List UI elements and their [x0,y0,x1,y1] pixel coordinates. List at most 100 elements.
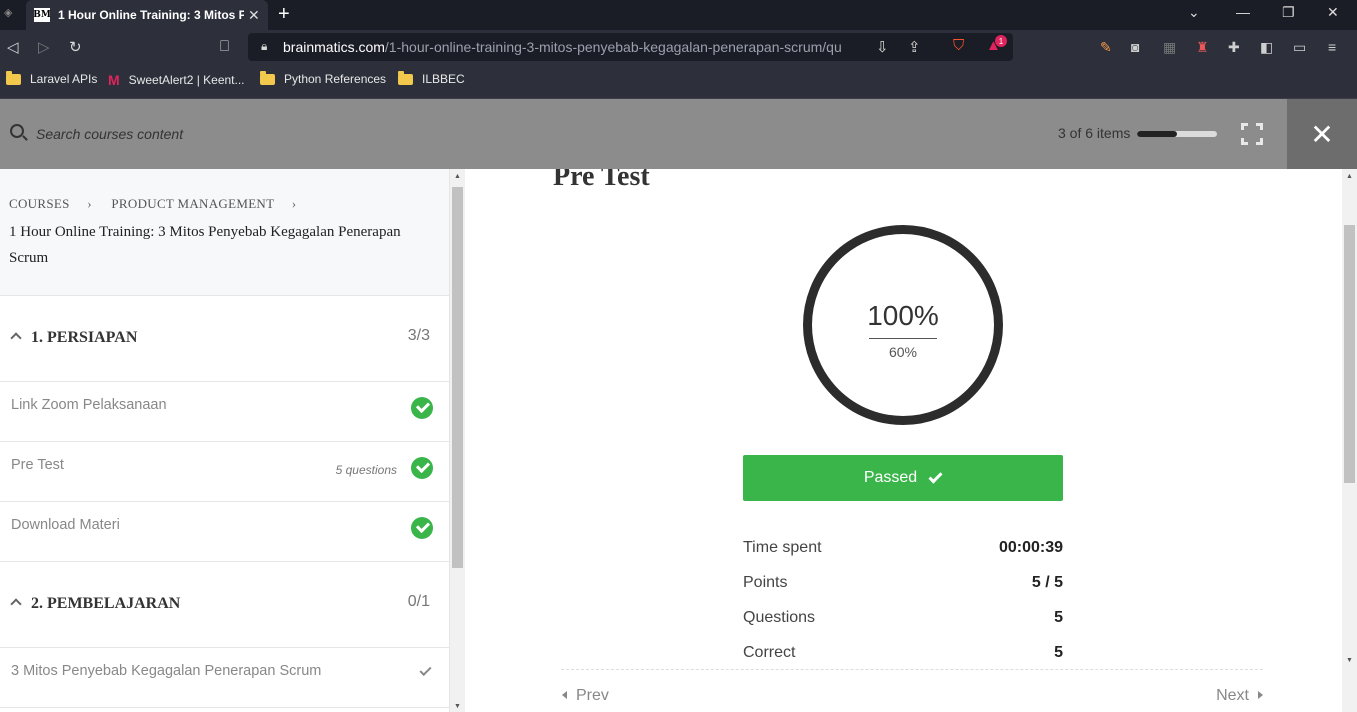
reload-icon[interactable]: ↻ [69,38,82,56]
scroll-up-arrow-icon[interactable]: ▲ [454,173,461,180]
progress-bar [1137,131,1217,137]
pen-extension-icon[interactable]: ✎ [1100,39,1112,56]
close-course-button[interactable]: ✕ [1287,99,1357,169]
lesson-item-link-zoom[interactable]: Link Zoom Pelaksanaan [0,382,449,442]
address-bar[interactable]: 🔒︎ brainmatics.com/1-hour-online-trainin… [248,33,1013,61]
close-icon: ✕ [1310,118,1334,150]
passed-status-button[interactable]: Passed [743,455,1063,501]
chevron-up-icon [10,332,22,344]
result-score-circle: 100% 60% [803,225,1003,425]
lock-icon[interactable]: 🔒︎ [261,39,267,54]
brave-shield-icon[interactable]: ⛉ [953,37,964,54]
avatar-extension-icon[interactable]: ♜ [1196,39,1209,56]
section-title: 1. PERSIAPAN [31,329,138,346]
back-icon[interactable]: ◁ [7,38,19,56]
url-text[interactable]: brainmatics.com/1-hour-online-training-3… [283,39,843,55]
nav-divider [561,669,1263,670]
viewed-tick-icon [419,663,432,677]
minimize-icon[interactable]: — [1236,4,1250,20]
sidebar-scrollbar-thumb[interactable] [452,187,463,568]
bookmark-python-references[interactable]: Python References [260,70,386,86]
browser-tab-bar: ◈ BM 1 Hour Online Training: 3 Mitos Pe … [0,0,1357,30]
bookmark-sweetalert2[interactable]: M SweetAlert2 | Keent... [108,72,245,88]
section-title: 2. PEMBELAJARAN [31,595,181,612]
install-app-icon[interactable]: ⇩ [876,38,889,56]
lesson-title: 3 Mitos Penyebab Kegagalan Penerapan Scr… [11,663,322,679]
forward-icon[interactable]: ▷ [38,38,50,56]
share-icon[interactable]: ⇪ [908,38,921,56]
chevron-up-icon [10,598,22,610]
stat-points: Points 5 / 5 [743,574,1063,591]
browser-menu-icon[interactable]: ≡ [1328,39,1336,55]
scroll-up-arrow-icon[interactable]: ▲ [1346,173,1353,180]
breadcrumb-courses[interactable]: COURSES [9,196,70,211]
fullscreen-button[interactable] [1218,99,1286,169]
tab-search-chevron-icon[interactable]: ⌄ [1188,4,1200,21]
chevron-right-icon: › [87,196,92,211]
lesson-item-3-mitos[interactable]: 3 Mitos Penyebab Kegagalan Penerapan Scr… [0,648,449,708]
section-progress-count: 3/3 [407,327,430,344]
tab-title: 1 Hour Online Training: 3 Mitos Pe [58,8,244,22]
tab-close-icon[interactable]: ✕ [248,7,260,24]
course-curriculum-sidebar: COURSES › PRODUCT MANAGEMENT › 1 Hour On… [0,169,450,712]
quiz-result-content: Pre Test 100% 60% Passed Time spent 00:0… [466,169,1342,712]
progress-text: 3 of 6 items [1058,125,1131,141]
chevron-right-icon: › [291,196,297,211]
result-divider [869,338,937,339]
folder-icon [398,70,413,85]
fullscreen-icon [1241,123,1263,145]
grid-extension-icon[interactable]: ▦ [1163,39,1176,56]
search-icon [10,124,24,138]
section-header-persiapan[interactable]: 1. PERSIAPAN 3/3 [0,296,449,382]
main-scrollbar-thumb[interactable] [1344,225,1355,483]
new-tab-icon[interactable]: + [278,3,290,26]
notification-badge: 1 [995,35,1007,47]
sidebar-toggle-icon[interactable]: ◧ [1260,39,1273,56]
breadcrumb-area: COURSES › PRODUCT MANAGEMENT › 1 Hour On… [0,169,449,296]
section-header-pembelajaran[interactable]: 2. PEMBELAJARAN 0/1 [0,562,449,648]
breadcrumb: COURSES › PRODUCT MANAGEMENT › [9,196,312,212]
extensions-puzzle-icon[interactable]: ✚ [1228,39,1240,56]
lesson-item-download-materi[interactable]: Download Materi [0,502,449,562]
stat-correct: Correct 5 [743,644,1063,661]
lesson-title: Pre Test [11,457,64,473]
completed-check-icon [411,517,433,539]
wallet-icon[interactable]: ▭ [1293,39,1306,56]
page-title: Pre Test [553,169,650,192]
course-header-bar: 3 of 6 items ✕ [0,99,1357,169]
section-progress-count: 0/1 [407,593,430,610]
bookmark-page-icon[interactable]: ⎕ [220,38,229,55]
folder-icon [6,70,21,85]
scroll-down-arrow-icon[interactable]: ▼ [454,703,461,710]
bookmarks-bar: Laravel APIs M SweetAlert2 | Keent... Py… [0,64,1357,99]
lesson-item-pre-test[interactable]: Pre Test 5 questions [0,442,449,502]
caret-left-icon [562,691,567,699]
stat-time-spent: Time spent 00:00:39 [743,539,1063,556]
prev-link[interactable]: Prev [562,687,609,705]
browser-menu-icon[interactable]: ◈ [4,6,12,19]
search-courses-input[interactable] [36,123,436,145]
lesson-title: Link Zoom Pelaksanaan [11,397,167,413]
next-link[interactable]: Next [1216,687,1263,705]
passing-percent: 60% [888,344,918,360]
stat-questions: Questions 5 [743,609,1063,626]
m-logo-icon: M [108,72,120,88]
completed-check-icon [411,397,433,419]
bookmark-ilbbec[interactable]: ILBBEC [398,70,465,86]
folder-icon [260,70,275,85]
window-close-icon[interactable]: ✕ [1327,4,1339,21]
bookmark-laravel-apis[interactable]: Laravel APIs [6,70,97,86]
camera-extension-icon[interactable]: ◙ [1131,39,1139,55]
caret-right-icon [1258,691,1263,699]
restore-icon[interactable]: ❐ [1282,4,1295,21]
course-title[interactable]: 1 Hour Online Training: 3 Mitos Penyebab… [9,219,409,271]
breadcrumb-product-management[interactable]: PRODUCT MANAGEMENT [111,196,274,211]
scroll-down-arrow-icon[interactable]: ▼ [1346,657,1353,664]
completed-check-icon [411,457,433,479]
lesson-title: Download Materi [11,517,120,533]
favicon-icon: BM [33,8,51,22]
question-count: 5 questions [335,463,397,477]
result-percent: 100% [867,300,939,331]
browser-tab[interactable]: BM 1 Hour Online Training: 3 Mitos Pe ✕ [26,0,268,30]
progress-bar-fill [1137,131,1177,137]
